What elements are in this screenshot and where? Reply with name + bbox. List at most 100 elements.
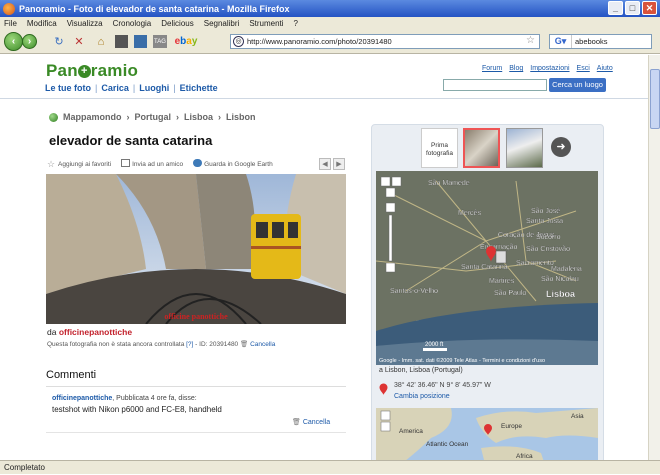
menu-file[interactable]: File: [4, 19, 17, 28]
menu-help[interactable]: ?: [294, 19, 298, 28]
star-icon: ☆: [47, 159, 56, 169]
home-icon[interactable]: ⌂: [93, 34, 109, 50]
prev-photo-button[interactable]: ◀: [319, 158, 331, 170]
byline-prefix: da: [47, 327, 57, 337]
crumb-portugal[interactable]: Portugal: [135, 112, 172, 122]
crumb-lisboa[interactable]: Lisboa: [184, 112, 213, 122]
main-nav: Le tue foto | Carica | Luoghi | Etichette: [45, 83, 218, 93]
map-attribution: Google - Imm. sat. dati ©2009 Tele Atlas…: [379, 357, 545, 364]
minimap-label: Europe: [501, 423, 522, 430]
crumb-lisbon[interactable]: Lisbon: [226, 112, 256, 122]
nav-le-tue-foto[interactable]: Le tue foto: [45, 83, 91, 93]
nav-etichette[interactable]: Etichette: [180, 83, 218, 93]
map-label: São Paulo: [494, 290, 526, 297]
place-search-input[interactable]: [443, 79, 547, 91]
map-label: Sacramento: [516, 260, 554, 267]
map-label: Encarnação: [480, 244, 517, 251]
ebay-icon[interactable]: ebay: [175, 34, 198, 50]
pending-text: Questa fotografia non è stata ancora con…: [47, 341, 185, 348]
minimap-label: Asia: [571, 413, 584, 420]
next-photo-button[interactable]: ▶: [333, 158, 345, 170]
map-label: Madalena: [551, 266, 582, 273]
scrollbar-thumb[interactable]: [650, 69, 660, 129]
map-label: Santa Catarina: [461, 264, 508, 271]
photo-marker-icon: [495, 250, 507, 264]
map-label: São Cristóvão: [526, 246, 570, 253]
comment-item: officinepanottiche, Pubblicata 4 ore fa,…: [52, 393, 222, 416]
map-label: São Mamede: [428, 180, 470, 187]
location-text: a Lisbon, Lisboa (Portugal): [379, 367, 463, 374]
minimap-label: Africa: [516, 453, 533, 460]
window-controls: _ □ ✕: [608, 1, 657, 15]
search-box[interactable]: G▾ abebooks: [549, 34, 652, 49]
link-impostazioni[interactable]: Impostazioni: [530, 65, 569, 72]
minimap-label: Atlantic Ocean: [426, 441, 469, 448]
minimap-zoom-in: [380, 410, 391, 421]
action-favorite[interactable]: ☆ Aggiungi ai favoriti: [47, 159, 111, 169]
link-esci[interactable]: Esci: [577, 65, 590, 72]
menu-delicious[interactable]: Delicious: [161, 19, 193, 28]
window-title: Panoramio - Foto di elevador de santa ca…: [19, 3, 290, 14]
close-button[interactable]: ✕: [642, 1, 657, 15]
action-send-friend[interactable]: Invia ad un amico: [121, 159, 183, 168]
photo-byline: da officinepanottiche: [47, 327, 132, 337]
bookmark-star-icon[interactable]: ☆: [526, 35, 535, 46]
crumb-mappamondo[interactable]: Mappamondo: [63, 112, 122, 122]
link-blog[interactable]: Blog: [509, 65, 523, 72]
breadcrumb: Mappamondo › Portugal › Lisboa › Lisbon: [49, 112, 256, 122]
satellite-map[interactable]: São Mamede Mercês São José Santa Justa C…: [376, 171, 598, 365]
menu-modifica[interactable]: Modifica: [27, 19, 57, 28]
help-link[interactable]: [?]: [186, 341, 193, 348]
map-label: Santos-o-Velho: [390, 288, 438, 295]
change-position-link[interactable]: Cambia posizione: [394, 393, 450, 400]
search-input[interactable]: abebooks: [572, 37, 608, 46]
map-label: São Nicolau: [541, 276, 579, 283]
pending-note: Questa fotografia non è stata ancora con…: [47, 340, 275, 348]
menu-segnalibri[interactable]: Segnalibri: [204, 19, 240, 28]
back-button[interactable]: ‹: [4, 32, 23, 51]
panorama-photo[interactable]: officine panottiche: [46, 174, 346, 324]
next-photo-thumbnail[interactable]: [506, 128, 543, 168]
first-photo-label: Prima fotografia: [421, 128, 458, 168]
minimize-button[interactable]: _: [608, 1, 623, 15]
bookmark-icon[interactable]: [134, 35, 147, 48]
panoramio-logo[interactable]: Pan + ramio: [46, 61, 138, 81]
map-label: Mercês: [458, 210, 481, 217]
header-divider: [0, 98, 648, 99]
menu-strumenti[interactable]: Strumenti: [249, 19, 283, 28]
nav-carica[interactable]: Carica: [101, 83, 129, 93]
comments-heading: Commenti: [46, 369, 97, 381]
cancel-photo-link[interactable]: Cancella: [250, 341, 275, 348]
current-photo-thumbnail[interactable]: [463, 128, 500, 168]
web-page: Pan + ramio Le tue foto | Carica | Luoghi | E…: [0, 55, 648, 460]
link-forum[interactable]: Forum: [482, 65, 502, 72]
link-aiuto[interactable]: Aiuto: [597, 65, 613, 72]
delicious-icon[interactable]: [115, 35, 128, 48]
maximize-button[interactable]: □: [625, 1, 640, 15]
search-place-button[interactable]: Cerca un luogo: [549, 78, 606, 92]
address-bar[interactable]: ◎ http://www.panoramio.com/photo/2039148…: [230, 34, 540, 49]
vertical-scrollbar[interactable]: [648, 55, 660, 460]
comments-divider: [46, 386, 346, 387]
tag-icon[interactable]: TAG: [153, 35, 167, 48]
google-search-icon[interactable]: G▾: [550, 35, 572, 48]
forward-button[interactable]: ›: [22, 34, 37, 49]
map-label: Lisboa: [546, 289, 576, 299]
map-label: Socorro: [536, 234, 561, 241]
cancel-comment-link[interactable]: 🗑 Cancella: [292, 418, 330, 426]
next-arrow-button[interactable]: ➜: [551, 137, 571, 157]
stop-icon[interactable]: ✕: [71, 34, 87, 50]
author-link[interactable]: officinepanottiche: [59, 327, 132, 337]
window-titlebar: Panoramio - Foto di elevador de santa ca…: [0, 0, 660, 17]
world-minimap[interactable]: Asia Europe America Atlantic Ocean Afric…: [376, 408, 598, 460]
nav-luoghi[interactable]: Luoghi: [139, 83, 169, 93]
comment-author[interactable]: officinepanottiche: [52, 395, 112, 402]
firefox-icon: [3, 2, 15, 15]
photo-id: - ID: 20391480: [195, 341, 239, 348]
minimap-label: America: [399, 428, 423, 435]
reload-icon[interactable]: ↻: [51, 34, 67, 50]
action-google-earth[interactable]: Guarda in Google Earth: [193, 159, 273, 168]
menu-visualizza[interactable]: Visualizza: [67, 19, 103, 28]
photo-actions: ☆ Aggiungi ai favoriti Invia ad un amico …: [47, 159, 273, 169]
menu-cronologia[interactable]: Cronologia: [113, 19, 152, 28]
